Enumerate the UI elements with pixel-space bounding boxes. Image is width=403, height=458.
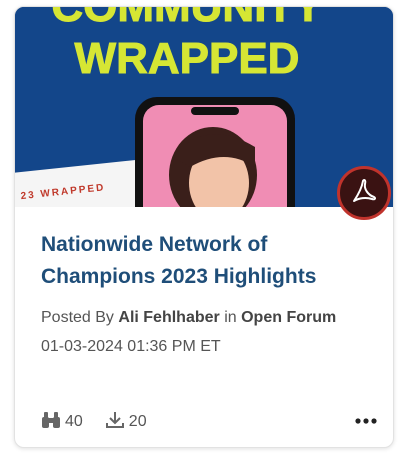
more-options-button[interactable] [355,411,377,429]
more-options-icon [355,411,377,429]
posted-by-line: Posted By Ali Fehlhaber in Open Forum [41,305,381,331]
stats-row: 40 20 [41,409,381,435]
entry-title[interactable]: Nationwide Network of Champions 2023 Hig… [41,229,381,293]
binoculars-icon [41,411,65,434]
community-link[interactable]: Open Forum [241,309,336,326]
views-stat: 40 [41,411,83,434]
library-entry-card[interactable]: COMMUNITY WRAPPED 23 WRAPPED Nationwide … [14,6,394,448]
downloads-count: 20 [128,413,147,430]
posted-by-label: Posted By [41,309,114,326]
thumbnail-headline-line1: COMMUNITY [51,7,322,31]
pdf-icon [350,177,378,210]
posted-date: 01-03-2024 01:36 PM ET [41,338,221,355]
thumbnail-artwork: COMMUNITY WRAPPED 23 WRAPPED [15,7,393,207]
card-body: Nationwide Network of Champions 2023 Hig… [41,229,381,359]
views-count: 40 [65,413,83,430]
thumbnail-headline-line2: WRAPPED [75,34,300,83]
in-label: in [224,309,237,326]
author-link[interactable]: Ali Fehlhaber [118,309,219,326]
downloads-stat: 20 [105,411,147,434]
pdf-file-badge [337,166,391,220]
thumbnail-image[interactable]: COMMUNITY WRAPPED 23 WRAPPED [15,7,393,207]
download-icon [105,411,129,434]
